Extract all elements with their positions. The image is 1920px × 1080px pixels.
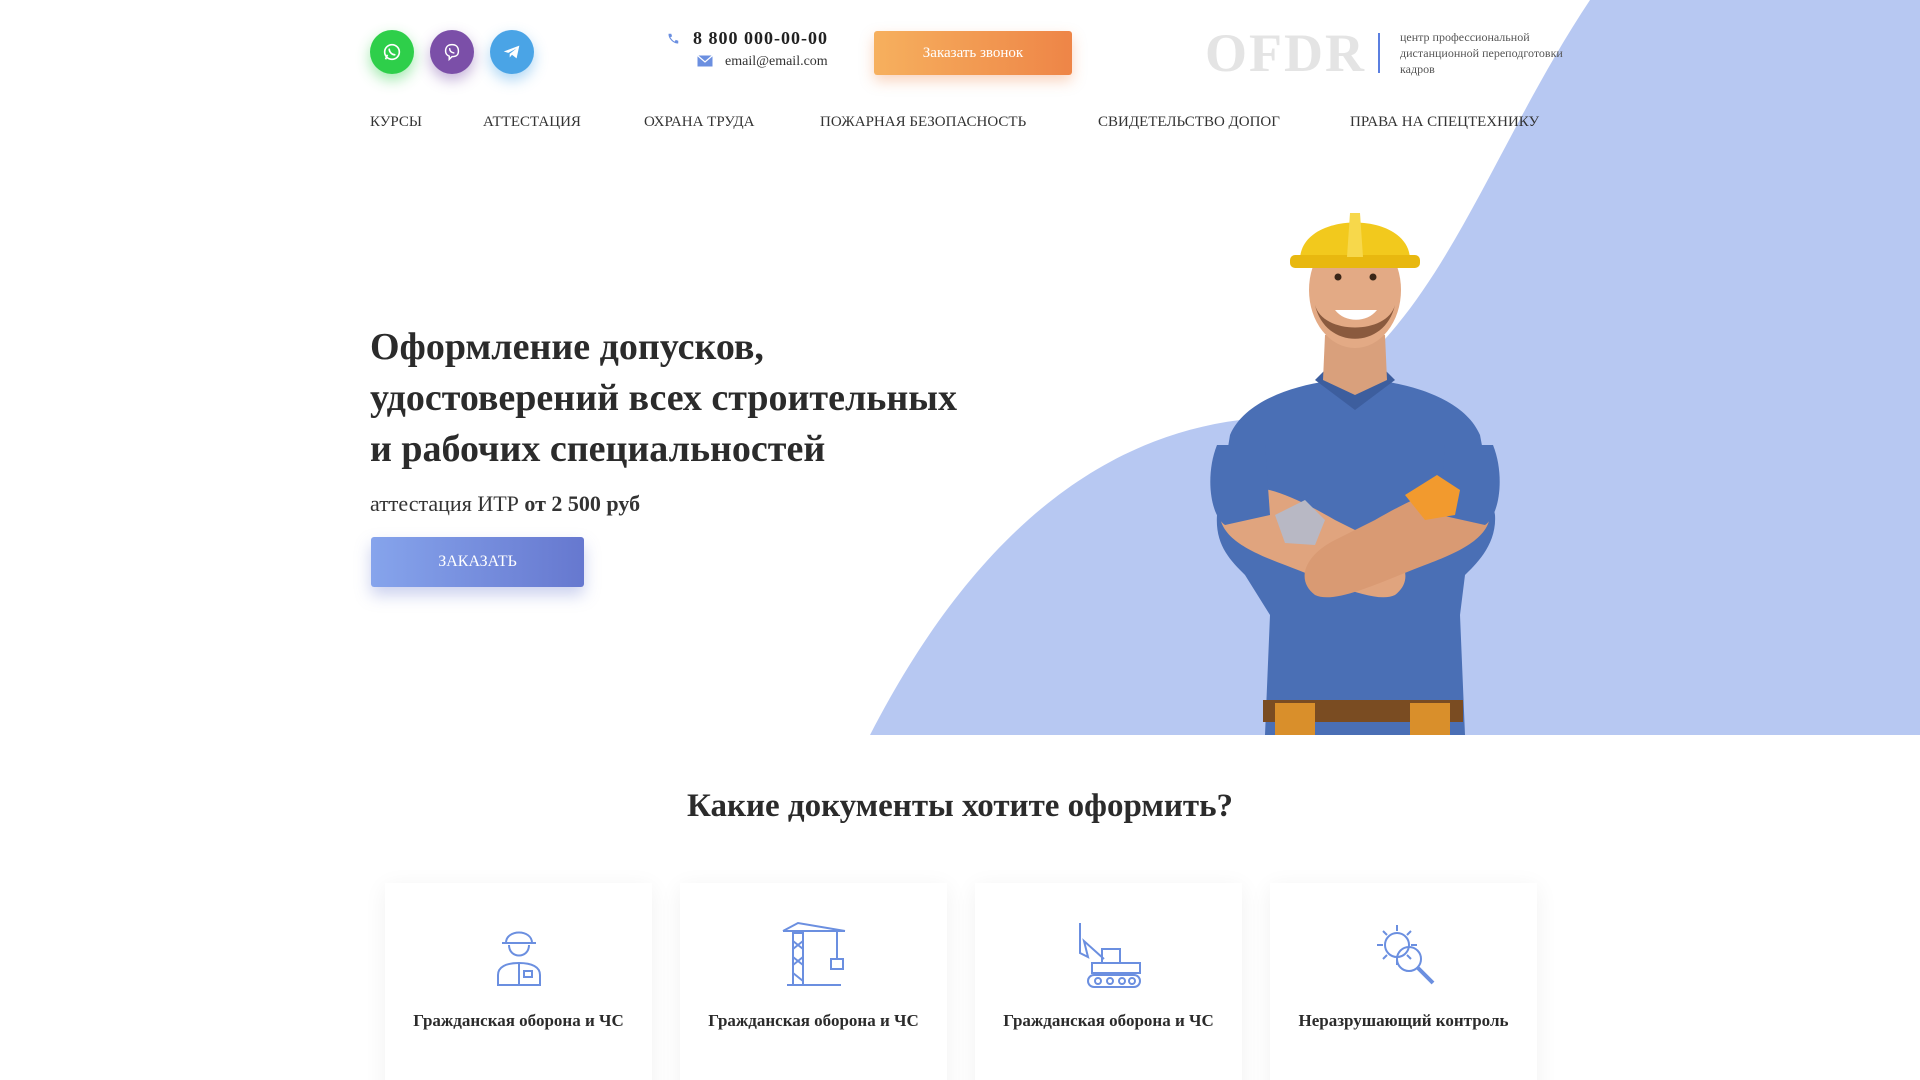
phone-icon [668, 33, 679, 43]
nav-item-dopog[interactable]: СВИДЕТЕЛЬСТВО ДОПОГ [1098, 114, 1280, 131]
document-card-label: Гражданская оборона и ЧС [1003, 1011, 1214, 1030]
hero-title-line-1: Оформление допусков, [370, 326, 764, 368]
phone-number[interactable]: 8 800 000-00-00 [693, 28, 828, 49]
crane-icon [782, 921, 845, 986]
contact-block: 8 800 000-00-00 email@email.com [665, 28, 828, 70]
nav-item-special-equipment[interactable]: ПРАВА НА СПЕЦТЕХНИКУ [1350, 114, 1539, 131]
hero-subtitle-text: аттестация ИТР [370, 491, 519, 516]
document-card-label: Гражданская оборона и ЧС [413, 1011, 624, 1030]
email-address[interactable]: email@email.com [725, 54, 828, 70]
gear-magnifier-icon [1376, 925, 1434, 985]
logo[interactable]: OFDR [1205, 22, 1366, 84]
document-card-label: Неразрушающий контроль [1298, 1011, 1509, 1030]
viber-button[interactable] [430, 30, 474, 74]
logo-divider [1378, 33, 1380, 73]
viber-icon [444, 43, 460, 62]
hero-price: от 2 500 руб [524, 491, 641, 516]
hero-title-line-2: удостоверений всех строительных [370, 377, 957, 419]
nav-item-attestation[interactable]: АТТЕСТАЦИЯ [483, 114, 581, 131]
nav-item-labor-safety[interactable]: ОХРАНА ТРУДА [644, 114, 754, 131]
order-button[interactable]: ЗАКАЗАТЬ [371, 537, 584, 587]
callback-button[interactable]: Заказать звонок [874, 31, 1072, 75]
document-card-ndt[interactable]: Неразрушающий контроль [1270, 883, 1537, 1080]
excavator-icon [1078, 923, 1141, 988]
logo-subtitle: центр профессиональной дистанционной пер… [1400, 30, 1563, 76]
nav-item-fire-safety[interactable]: ПОЖАРНАЯ БЕЗОПАСНОСТЬ [820, 114, 1026, 131]
whatsapp-icon [383, 43, 401, 61]
hero-subtitle: аттестация ИТР от 2 500 руб [370, 491, 640, 517]
worker-helmet-icon [496, 931, 541, 986]
whatsapp-button[interactable] [370, 30, 414, 74]
document-card-civil-defense-1[interactable]: Гражданская оборона и ЧС [385, 883, 652, 1080]
hero-title: Оформление допусков, удостоверений всех … [370, 322, 1070, 475]
document-card-civil-defense-3[interactable]: Гражданская оборона и ЧС [975, 883, 1242, 1080]
mail-icon [697, 54, 713, 66]
document-card-label: Гражданская оборона и ЧС [708, 1011, 919, 1030]
nav-item-courses[interactable]: КУРСЫ [370, 114, 422, 131]
telegram-button[interactable] [490, 30, 534, 74]
hero-title-line-3: и рабочих специальностей [370, 428, 826, 470]
telegram-icon [503, 45, 520, 59]
documents-section-title: Какие документы хотите оформить? [686, 788, 1234, 824]
worker-photo [1210, 213, 1500, 735]
document-card-civil-defense-2[interactable]: Гражданская оборона и ЧС [680, 883, 947, 1080]
